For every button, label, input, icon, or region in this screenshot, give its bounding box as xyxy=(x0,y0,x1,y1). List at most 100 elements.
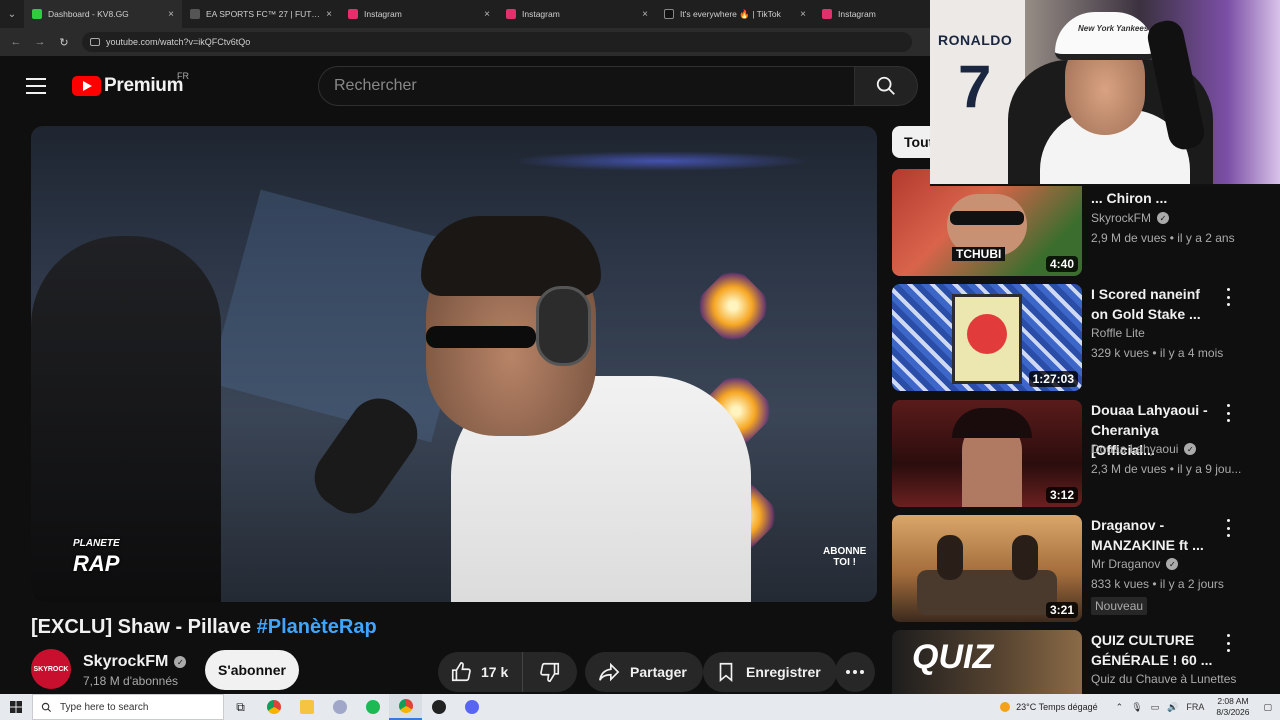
verified-icon: ✓ xyxy=(174,656,187,668)
video-thumbnail[interactable]: 1:27:03 xyxy=(892,284,1082,391)
recommendation-item[interactable]: 1:27:03 I Scored naneinf on Gold Stake .… xyxy=(892,284,1272,392)
video-duration: 3:21 xyxy=(1045,602,1078,618)
jersey-name: RONALDO xyxy=(938,32,1013,48)
like-button[interactable]: 17 k xyxy=(438,652,524,692)
youtube-premium-logo[interactable]: Premium FR xyxy=(72,71,189,97)
recommendation-item[interactable]: 3:12 Douaa Lahyaoui - Cheraniya [Officia… xyxy=(892,400,1272,508)
recommendation-channel[interactable]: SkyrockFM ✓ xyxy=(1091,211,1169,225)
taskbar-search[interactable]: Type here to search xyxy=(32,694,224,720)
language-indicator[interactable]: FRA xyxy=(1186,702,1204,712)
more-vertical-icon[interactable] xyxy=(1224,404,1232,422)
search-icon xyxy=(876,76,895,95)
more-vertical-icon[interactable] xyxy=(1224,634,1232,652)
site-info-icon[interactable] xyxy=(90,38,100,46)
microphone-icon[interactable]: 🎙 xyxy=(1131,702,1142,713)
video-title: [EXCLU] Shaw - Pillave #PlanèteRap xyxy=(31,616,377,638)
windows-start-icon[interactable] xyxy=(0,694,32,720)
recommendation-channel[interactable]: Roffle Lite xyxy=(1091,326,1145,340)
browser-tab[interactable]: Dashboard - KV8.GG × xyxy=(24,0,182,28)
like-dislike-group: 17 k xyxy=(438,652,577,692)
subscribe-watermark: ABONNE TOI ! xyxy=(823,546,867,568)
windows-taskbar: Type here to search ⧉ 23°C Temps dégagé … xyxy=(0,694,1280,720)
jersey-number: 7 xyxy=(958,53,992,120)
save-button[interactable]: Enregistrer xyxy=(703,652,837,692)
chevron-up-icon[interactable]: ⌃ xyxy=(1116,702,1124,713)
file-explorer-icon[interactable] xyxy=(290,694,323,720)
sun-icon xyxy=(1000,702,1011,712)
video-thumbnail[interactable]: 3:12 xyxy=(892,400,1082,507)
back-arrow-icon[interactable]: ← xyxy=(4,36,28,48)
headphones xyxy=(536,286,591,366)
channel-name[interactable]: SkyrockFM ✓ xyxy=(83,653,187,671)
tab-close-icon[interactable]: × xyxy=(800,9,806,20)
dislike-button[interactable] xyxy=(523,661,577,683)
volume-icon[interactable]: 🔊 xyxy=(1167,702,1178,713)
region-code: FR xyxy=(177,71,189,81)
search-input[interactable] xyxy=(334,77,854,95)
channel-avatar[interactable]: SKYROCK xyxy=(31,649,71,689)
recommendation-channel[interactable]: Douaa Lahyaoui ✓ xyxy=(1091,442,1197,456)
recommendation-meta: 2,3 M de vues • il y a 9 jou... xyxy=(1091,462,1242,476)
verified-icon: ✓ xyxy=(1184,443,1197,455)
tab-close-icon[interactable]: × xyxy=(484,9,490,20)
bookmark-icon xyxy=(719,662,733,683)
forward-arrow-icon[interactable]: → xyxy=(28,36,52,48)
verified-icon: ✓ xyxy=(1166,558,1179,570)
dashboard-favicon-icon xyxy=(32,9,42,19)
recommendation-title[interactable]: QUIZ CULTURE GÉNÉRALE ! 60 ... xyxy=(1091,630,1216,670)
reload-icon[interactable]: ↻ xyxy=(52,36,76,49)
thumbs-down-icon xyxy=(540,662,560,682)
recommendation-title[interactable]: ... Chiron ... xyxy=(1091,188,1216,208)
search-button[interactable] xyxy=(854,66,918,106)
tab-close-icon[interactable]: × xyxy=(642,9,648,20)
tab-close-icon[interactable]: × xyxy=(168,9,174,20)
more-horizontal-icon xyxy=(846,670,864,674)
recommendation-meta: 833 k vues • il y a 2 jours xyxy=(1091,577,1224,591)
more-vertical-icon[interactable] xyxy=(1224,519,1232,537)
more-vertical-icon[interactable] xyxy=(1224,288,1232,306)
recommendation-channel[interactable]: Mr Draganov ✓ xyxy=(1091,557,1179,571)
tab-search-menu-icon[interactable]: ⌄ xyxy=(0,0,24,28)
chrome-active-icon[interactable] xyxy=(389,694,422,720)
thumbnail-caption: QUIZ xyxy=(912,638,994,676)
discord-icon[interactable] xyxy=(455,694,488,720)
spotify-icon[interactable] xyxy=(356,694,389,720)
video-thumbnail[interactable]: 3:21 xyxy=(892,515,1082,622)
address-bar[interactable]: youtube.com/watch?v=ikQFCtv6tQo xyxy=(82,32,912,52)
more-actions-button[interactable] xyxy=(835,652,875,692)
neon-light xyxy=(690,263,776,349)
rapper-hair xyxy=(421,216,601,296)
chrome-icon[interactable] xyxy=(257,694,290,720)
recommendation-title[interactable]: I Scored naneinf on Gold Stake ... xyxy=(1091,284,1216,324)
video-duration: 4:40 xyxy=(1045,256,1078,272)
clock[interactable]: 2:08 AM 8/3/2026 xyxy=(1216,696,1249,718)
recommendation-title[interactable]: Draganov - MANZAKINE ft ... xyxy=(1091,515,1216,555)
browser-tab[interactable]: It's everywhere 🔥 | TikTok × xyxy=(656,0,814,28)
system-tray: 23°C Temps dégagé ⌃ 🎙 ▭ 🔊 FRA 2:08 AM 8/… xyxy=(1000,694,1280,720)
thumbs-up-icon xyxy=(451,662,471,682)
hashtag-link[interactable]: #PlanèteRap xyxy=(257,616,377,638)
sunglasses xyxy=(426,326,536,348)
subscribe-button[interactable]: S'abonner xyxy=(205,650,299,690)
streamer-webcam: RONALDO 7 New York Yankees xyxy=(930,0,1280,186)
browser-tab[interactable]: EA SPORTS FC™ 27 | FUT Deep × xyxy=(182,0,340,28)
browser-tab[interactable]: Instagram × xyxy=(498,0,656,28)
notification-icon[interactable]: ▢ xyxy=(1263,702,1272,713)
video-player[interactable]: PLANETE RAP ABONNE TOI ! xyxy=(31,126,877,602)
recommendation-item[interactable]: 3:21 Draganov - MANZAKINE ft ... Mr Drag… xyxy=(892,515,1272,623)
tab-close-icon[interactable]: × xyxy=(326,9,332,20)
thumbnail-caption: TCHUBI xyxy=(952,247,1006,261)
app-icon[interactable] xyxy=(323,694,356,720)
menu-icon[interactable] xyxy=(26,78,46,94)
task-view-icon[interactable]: ⧉ xyxy=(224,694,257,720)
share-icon xyxy=(599,662,620,682)
search-icon xyxy=(41,702,52,712)
browser-tab[interactable]: Instagram × xyxy=(340,0,498,28)
network-icon[interactable]: ▭ xyxy=(1151,702,1160,713)
share-button[interactable]: Partager xyxy=(585,652,703,692)
background-person xyxy=(31,236,221,602)
weather-widget[interactable]: 23°C Temps dégagé xyxy=(1000,702,1098,712)
recommendation-channel[interactable]: Quiz du Chauve à Lunettes xyxy=(1091,672,1236,686)
obs-icon[interactable] xyxy=(422,694,455,720)
youtube-header: Premium FR xyxy=(0,56,930,116)
